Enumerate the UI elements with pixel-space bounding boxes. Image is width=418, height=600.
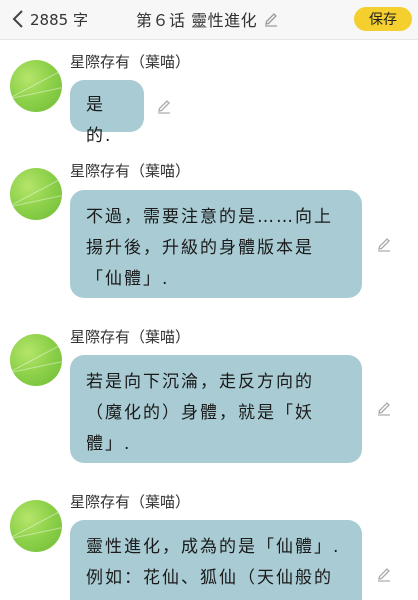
message-bubble[interactable]: 若是向下沉淪，走反方向的 （魔化的）身體，就是「妖 體」. bbox=[70, 355, 362, 463]
message-bubble[interactable]: 靈性進化，成為的是「仙體」. 例如：花仙、狐仙（天仙般的 bbox=[70, 520, 362, 600]
back-button[interactable]: 2885 字 bbox=[12, 8, 88, 30]
sender-name: 星際存有（葉喵） bbox=[70, 328, 191, 346]
word-count: 2885 字 bbox=[30, 10, 88, 29]
sender-name: 星際存有（葉喵） bbox=[70, 162, 191, 180]
message-bubble[interactable]: 不過，需要注意的是……向上 揚升後，升級的身體版本是 「仙體」. bbox=[70, 190, 362, 298]
avatar[interactable] bbox=[10, 334, 62, 386]
pencil-icon[interactable] bbox=[376, 400, 392, 416]
sender-name: 星際存有（葉喵） bbox=[70, 53, 191, 71]
pencil-icon[interactable] bbox=[156, 98, 172, 114]
chapter-title[interactable]: 第６话 靈性進化 bbox=[136, 8, 279, 30]
avatar[interactable] bbox=[10, 60, 62, 112]
top-bar: 2885 字 第６话 靈性進化 保存 bbox=[0, 0, 418, 40]
message-bubble[interactable]: 是的. bbox=[70, 80, 144, 146]
avatar[interactable] bbox=[10, 168, 62, 220]
pencil-icon[interactable] bbox=[263, 11, 279, 27]
chevron-left-icon bbox=[12, 10, 23, 28]
sender-name: 星際存有（葉喵） bbox=[70, 493, 191, 511]
avatar[interactable] bbox=[10, 500, 62, 552]
pencil-icon[interactable] bbox=[376, 566, 392, 582]
chapter-title-text: 第６话 靈性進化 bbox=[136, 11, 258, 30]
pencil-icon[interactable] bbox=[376, 236, 392, 252]
save-button[interactable]: 保存 bbox=[354, 7, 412, 31]
